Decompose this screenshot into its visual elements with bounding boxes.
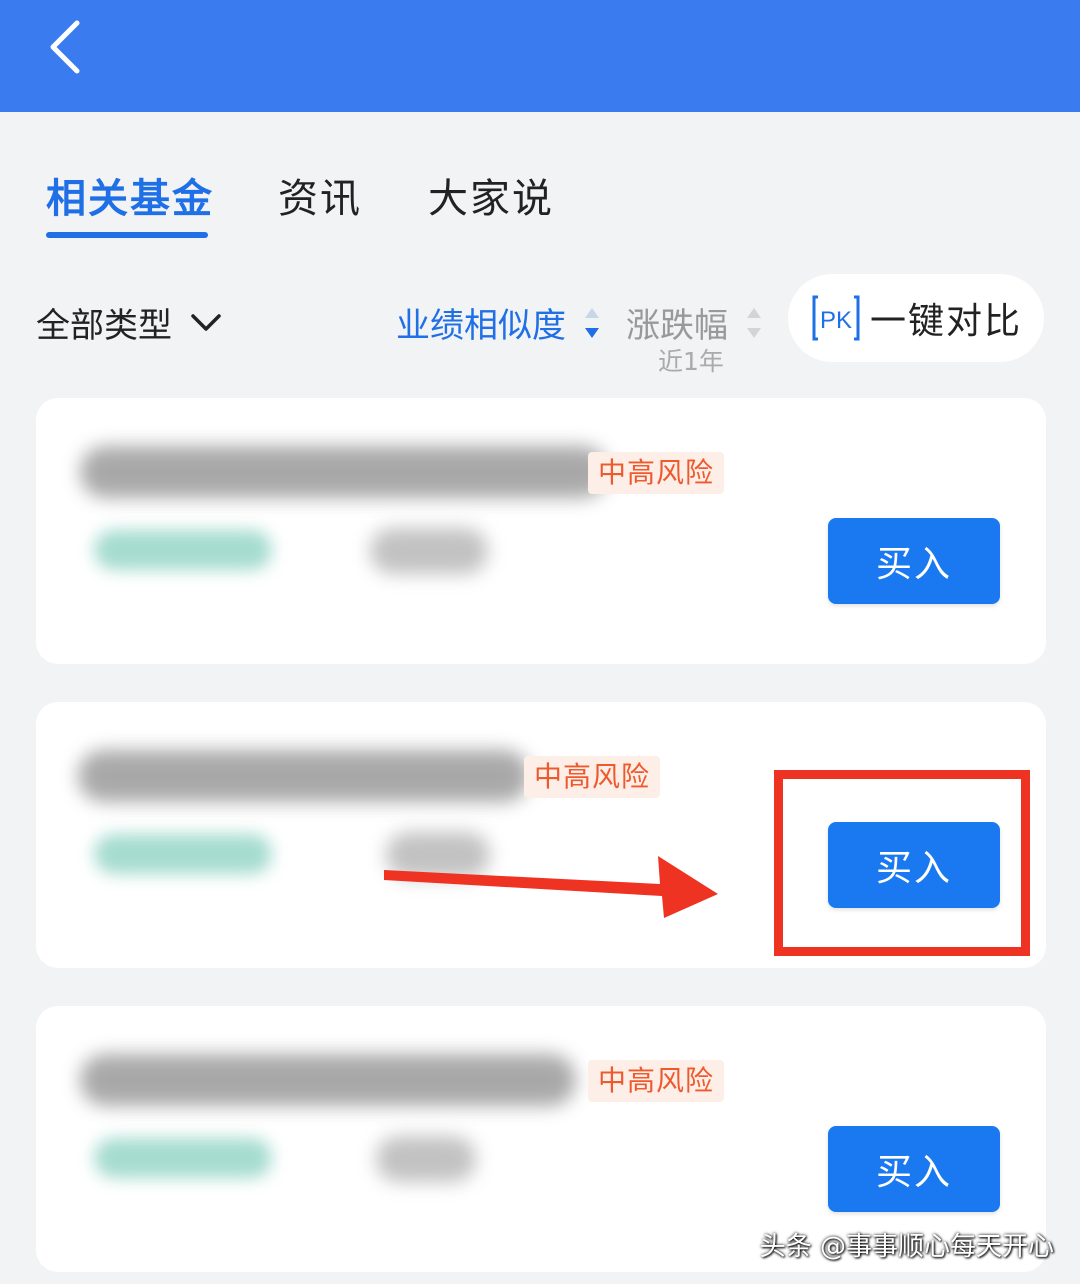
back-button[interactable]	[30, 12, 100, 82]
fund-return-blurred	[94, 1138, 272, 1178]
annotation-highlight-box	[774, 770, 1030, 956]
type-filter-dropdown[interactable]: 全部类型	[36, 298, 222, 347]
tab-discussion[interactable]: 大家说	[428, 166, 554, 224]
sort-icon	[747, 307, 761, 338]
sort-similarity-label: 业绩相似度	[396, 306, 566, 346]
watermark: 头条 @事事顺心每天开心	[759, 1232, 1054, 1262]
fund-meta-blurred	[370, 528, 488, 574]
tab-news[interactable]: 资讯	[278, 166, 362, 224]
sort-similarity[interactable]: 业绩相似度	[396, 298, 600, 347]
fund-meta-blurred	[376, 1136, 476, 1182]
fund-name-blurred	[78, 750, 530, 802]
risk-tag: 中高风险	[588, 1060, 725, 1102]
compare-label: 一键对比	[869, 301, 1022, 342]
risk-tag: 中高风险	[588, 452, 725, 494]
top-nav-bar	[0, 0, 1080, 112]
sort-change[interactable]: 涨跌幅 近1年	[626, 298, 762, 376]
annotation-arrow	[384, 856, 718, 918]
chevron-left-icon	[50, 20, 80, 74]
filter-bar: 全部类型 业绩相似度 涨跌幅 近1年 PK 一键对比	[0, 262, 1080, 392]
pk-icon: PK	[812, 295, 860, 341]
buy-button[interactable]: 买入	[828, 1126, 1000, 1212]
compare-button[interactable]: PK 一键对比	[788, 274, 1044, 362]
active-tab-indicator	[46, 232, 208, 238]
fund-name-blurred	[80, 446, 608, 498]
sort-desc-icon	[585, 307, 599, 338]
tab-bar: 相关基金 资讯 大家说	[0, 112, 1080, 262]
sort-change-period: 近1年	[658, 347, 724, 376]
pk-icon-text: PK	[820, 307, 852, 334]
buy-button[interactable]: 买入	[828, 518, 1000, 604]
sort-change-label: 涨跌幅	[626, 306, 728, 346]
type-filter-label: 全部类型	[36, 306, 172, 346]
fund-return-blurred	[94, 834, 272, 874]
fund-return-blurred	[94, 530, 272, 570]
risk-tag: 中高风险	[524, 756, 661, 798]
fund-name-blurred	[80, 1054, 576, 1106]
chevron-down-icon	[191, 313, 221, 331]
fund-card[interactable]: 中高风险 买入	[36, 398, 1046, 664]
tab-related-funds[interactable]: 相关基金	[46, 166, 214, 224]
